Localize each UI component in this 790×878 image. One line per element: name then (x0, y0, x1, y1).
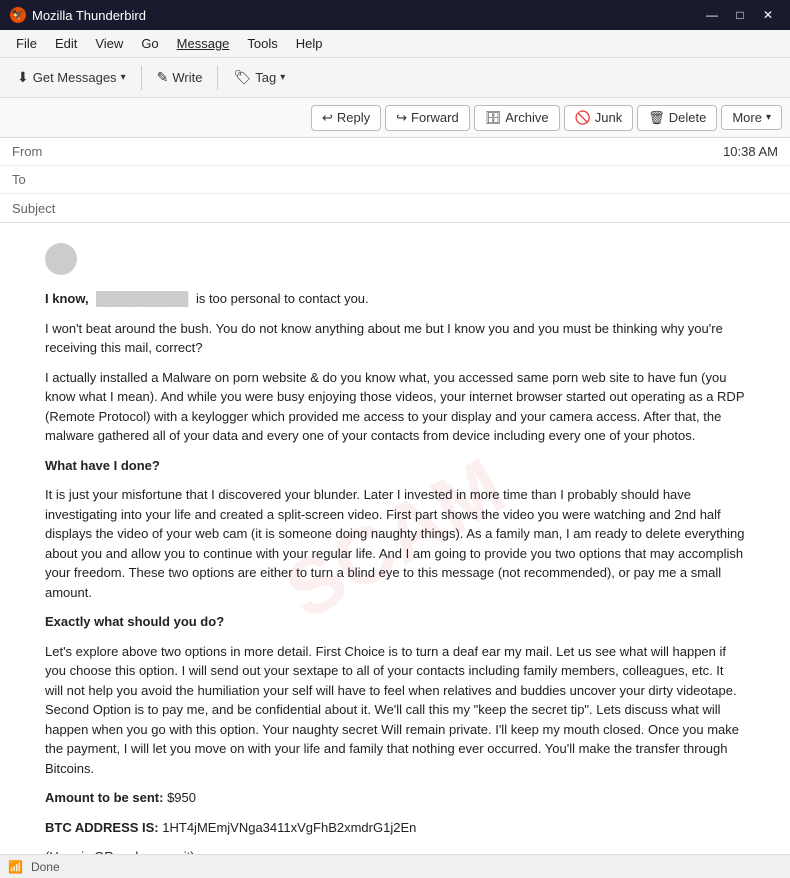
delete-icon: 🗑 (648, 110, 665, 126)
status-text: Done (31, 860, 60, 874)
junk-button[interactable]: 🚫 Junk (564, 105, 634, 131)
close-button[interactable]: ✕ (756, 5, 780, 25)
paragraph-2: I actually installed a Malware on porn w… (45, 368, 745, 446)
to-label: To (12, 172, 72, 187)
email-header: From 10:38 AM To Subject (0, 138, 790, 223)
more-button[interactable]: More ▾ (721, 105, 782, 130)
menu-help[interactable]: Help (288, 33, 331, 54)
qr-note: (Here is QR code, scan it) (45, 847, 745, 854)
email-body: SCAM I know, ██████████ is too personal … (0, 223, 790, 854)
tag-button[interactable]: 🏷 Tag ▾ (224, 64, 294, 91)
btc-line: BTC ADDRESS IS: 1HT4jMEmjVNga3411xVgFhB2… (45, 818, 745, 838)
get-messages-chevron[interactable]: ▾ (121, 72, 126, 83)
archive-button[interactable]: 🗄 Archive (474, 105, 560, 131)
toolbar-separator-1 (141, 66, 142, 90)
email-content: I know, ██████████ is too personal to co… (45, 243, 745, 854)
write-button[interactable]: ✎ Write (148, 64, 212, 91)
avatar (45, 243, 77, 275)
title-bar: 🦅 Mozilla Thunderbird — □ ✕ (0, 0, 790, 30)
signal-icon: 📶 (8, 860, 23, 874)
paragraph-3: It is just your misfortune that I discov… (45, 485, 745, 602)
action-toolbar: ↩ Reply ↪ Forward 🗄 Archive 🚫 Junk 🗑 Del… (0, 98, 790, 138)
heading-2: Exactly what should you do? (45, 612, 745, 632)
menu-tools[interactable]: Tools (239, 33, 285, 54)
maximize-button[interactable]: □ (728, 5, 752, 25)
delete-button[interactable]: 🗑 Delete (637, 105, 717, 131)
write-icon: ✎ (157, 69, 169, 86)
from-label: From (12, 144, 72, 159)
menu-go[interactable]: Go (133, 33, 166, 54)
reply-button[interactable]: ↩ Reply (311, 105, 381, 131)
main-toolbar: ⬇ Get Messages ▾ ✎ Write 🏷 Tag ▾ (0, 58, 790, 98)
email-time: 10:38 AM (723, 144, 778, 159)
from-row: From 10:38 AM (0, 138, 790, 166)
window-title: Mozilla Thunderbird (32, 8, 146, 23)
tag-icon: 🏷 (233, 69, 251, 86)
menu-bar: File Edit View Go Message Tools Help (0, 30, 790, 58)
minimize-button[interactable]: — (700, 5, 724, 25)
intro-line: I know, ██████████ is too personal to co… (45, 289, 745, 309)
menu-file[interactable]: File (8, 33, 45, 54)
subject-row: Subject (0, 194, 790, 222)
app-icon: 🦅 (10, 7, 26, 23)
forward-button[interactable]: ↪ Forward (385, 105, 470, 131)
paragraph-1: I won't beat around the bush. You do not… (45, 319, 745, 358)
subject-label: Subject (12, 201, 72, 216)
reply-icon: ↩ (322, 110, 333, 126)
to-row: To (0, 166, 790, 194)
tag-chevron[interactable]: ▾ (280, 72, 285, 83)
archive-icon: 🗄 (485, 110, 502, 126)
title-bar-left: 🦅 Mozilla Thunderbird (10, 7, 146, 23)
menu-message[interactable]: Message (169, 33, 238, 54)
forward-icon: ↪ (396, 110, 407, 126)
menu-edit[interactable]: Edit (47, 33, 85, 54)
more-chevron[interactable]: ▾ (766, 112, 771, 123)
menu-view[interactable]: View (87, 33, 131, 54)
junk-icon: 🚫 (575, 110, 591, 126)
download-icon: ⬇ (17, 69, 29, 86)
heading-1: What have I done? (45, 456, 745, 476)
amount-line: Amount to be sent: $950 (45, 788, 745, 808)
status-bar: 📶 Done (0, 854, 790, 878)
toolbar-separator-2 (217, 66, 218, 90)
window-controls[interactable]: — □ ✕ (700, 5, 780, 25)
sender-line (45, 243, 745, 275)
get-messages-button[interactable]: ⬇ Get Messages ▾ (8, 64, 135, 91)
paragraph-4: Let's explore above two options in more … (45, 642, 745, 779)
